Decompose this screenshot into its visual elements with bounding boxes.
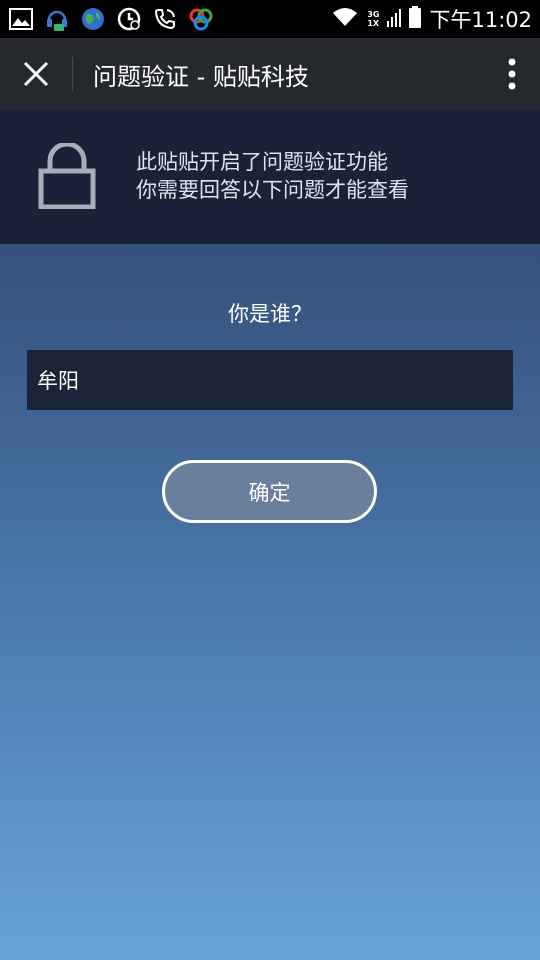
clock-time: 下午11:02 xyxy=(429,8,532,32)
close-icon xyxy=(23,61,49,87)
confirm-button[interactable]: 确定 xyxy=(162,460,377,523)
notice-line-2: 你需要回答以下问题才能查看 xyxy=(136,178,409,202)
phone-icon xyxy=(152,6,178,32)
gallery-icon xyxy=(8,6,34,32)
globe-icon xyxy=(80,6,106,32)
battery-icon xyxy=(409,6,422,32)
more-vertical-icon xyxy=(508,58,516,90)
network-type: 3G 1X xyxy=(367,10,380,28)
headset-icon xyxy=(44,6,70,32)
notice-line-1: 此贴贴开启了问题验证功能 xyxy=(136,150,388,174)
close-button[interactable] xyxy=(0,38,72,110)
toolbar-divider xyxy=(72,57,73,91)
app-icon xyxy=(188,6,214,32)
clock-icon xyxy=(116,6,142,32)
title-bar: 问题验证 - 贴贴科技 xyxy=(0,38,540,110)
question-label: 你是谁？ xyxy=(228,302,312,326)
notice-text: 此贴贴开启了问题验证功能 你需要回答以下问题才能查看 xyxy=(136,148,409,204)
page-title: 问题验证 - 贴贴科技 xyxy=(93,62,309,91)
notification-icons xyxy=(8,6,214,32)
signal-icon xyxy=(387,7,402,31)
lock-icon xyxy=(38,141,96,213)
status-bar: 3G 1X 下午11:02 xyxy=(0,0,540,38)
wifi-icon xyxy=(331,6,359,32)
status-right: 3G 1X 下午11:02 xyxy=(331,4,532,34)
answer-input[interactable] xyxy=(27,350,513,410)
more-options-button[interactable] xyxy=(484,38,540,110)
